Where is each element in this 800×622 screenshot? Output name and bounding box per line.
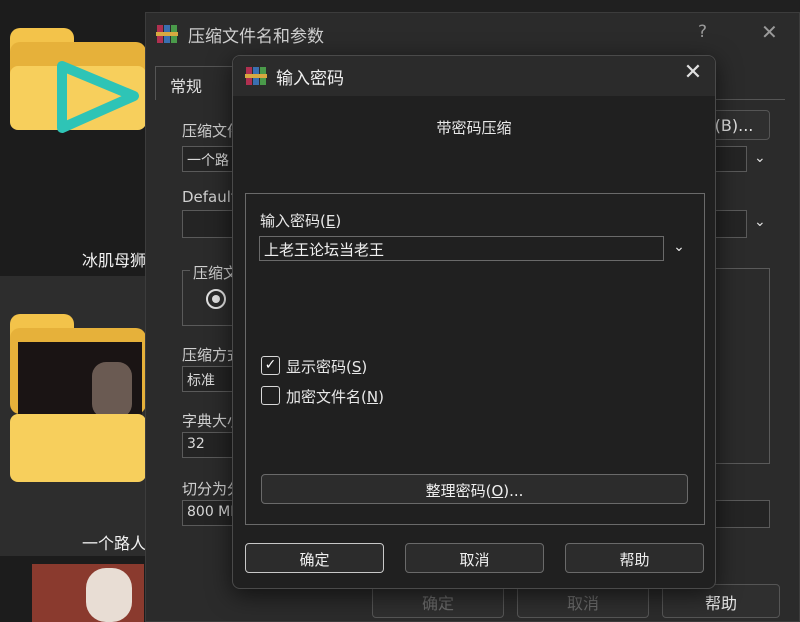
encrypt-names-hotkey: N bbox=[366, 388, 379, 406]
close-icon[interactable]: ✕ bbox=[680, 60, 706, 88]
dialog-heading: 带密码压缩 bbox=[436, 119, 512, 137]
password-input[interactable]: 上老王论坛当老王 bbox=[259, 236, 664, 261]
folder-icon[interactable] bbox=[10, 28, 146, 133]
password-dialog-title: 输入密码 bbox=[276, 69, 344, 89]
manage-text: 整理密码 bbox=[425, 482, 486, 500]
manage-suffix: ... bbox=[509, 482, 524, 500]
password-label-text: 输入密码 bbox=[260, 212, 321, 230]
encrypt-names-text: 加密文件名 bbox=[286, 388, 362, 406]
password-hotkey: E bbox=[325, 212, 336, 230]
chevron-down-icon[interactable]: ⌄ bbox=[754, 150, 766, 166]
show-password-text: 显示密码 bbox=[286, 358, 347, 376]
winrar-icon bbox=[245, 67, 267, 85]
winrar-icon bbox=[156, 25, 178, 43]
ok-button[interactable]: 确定 bbox=[372, 584, 504, 618]
thumbnail-figure bbox=[92, 362, 132, 418]
radio-dot bbox=[212, 295, 220, 303]
video-thumbnail bbox=[18, 342, 142, 422]
help-button[interactable]: 帮助 bbox=[565, 543, 704, 573]
encrypt-names-checkbox[interactable] bbox=[261, 386, 280, 405]
help-button[interactable]: 帮助 bbox=[662, 584, 780, 618]
cancel-button[interactable]: 取消 bbox=[405, 543, 544, 573]
thumbnail-figure bbox=[86, 568, 132, 622]
cancel-button[interactable]: 取消 bbox=[517, 584, 649, 618]
tab-general[interactable]: 常规 bbox=[155, 66, 235, 100]
show-password-checkbox[interactable]: ✓ bbox=[261, 356, 280, 375]
chevron-down-icon[interactable]: ⌄ bbox=[668, 236, 690, 261]
show-password-hotkey: S bbox=[351, 358, 362, 376]
chevron-down-icon[interactable]: ⌄ bbox=[754, 214, 766, 230]
manage-hotkey: O bbox=[491, 482, 504, 500]
show-password-label[interactable]: 显示密码(S) bbox=[286, 356, 367, 377]
folder-name[interactable]: 冰肌母狮 bbox=[82, 247, 146, 271]
format-radio[interactable] bbox=[206, 289, 226, 309]
folder-icon[interactable] bbox=[10, 314, 146, 482]
password-label: 输入密码(E) bbox=[260, 212, 342, 230]
manage-passwords-button[interactable]: 整理密码(O)... bbox=[261, 474, 688, 504]
encrypt-names-label[interactable]: 加密文件名(N) bbox=[286, 386, 384, 407]
parent-dialog-title: 压缩文件名和参数 bbox=[188, 27, 324, 47]
help-icon[interactable]: ? bbox=[698, 22, 707, 42]
close-icon[interactable]: ✕ bbox=[761, 20, 778, 44]
image-thumbnail[interactable] bbox=[32, 564, 144, 622]
default-profile-label: Default bbox=[182, 188, 237, 206]
ok-button[interactable]: 确定 bbox=[245, 543, 384, 573]
folder-name[interactable]: 一个路人 bbox=[82, 530, 146, 554]
folder-front bbox=[10, 414, 146, 482]
